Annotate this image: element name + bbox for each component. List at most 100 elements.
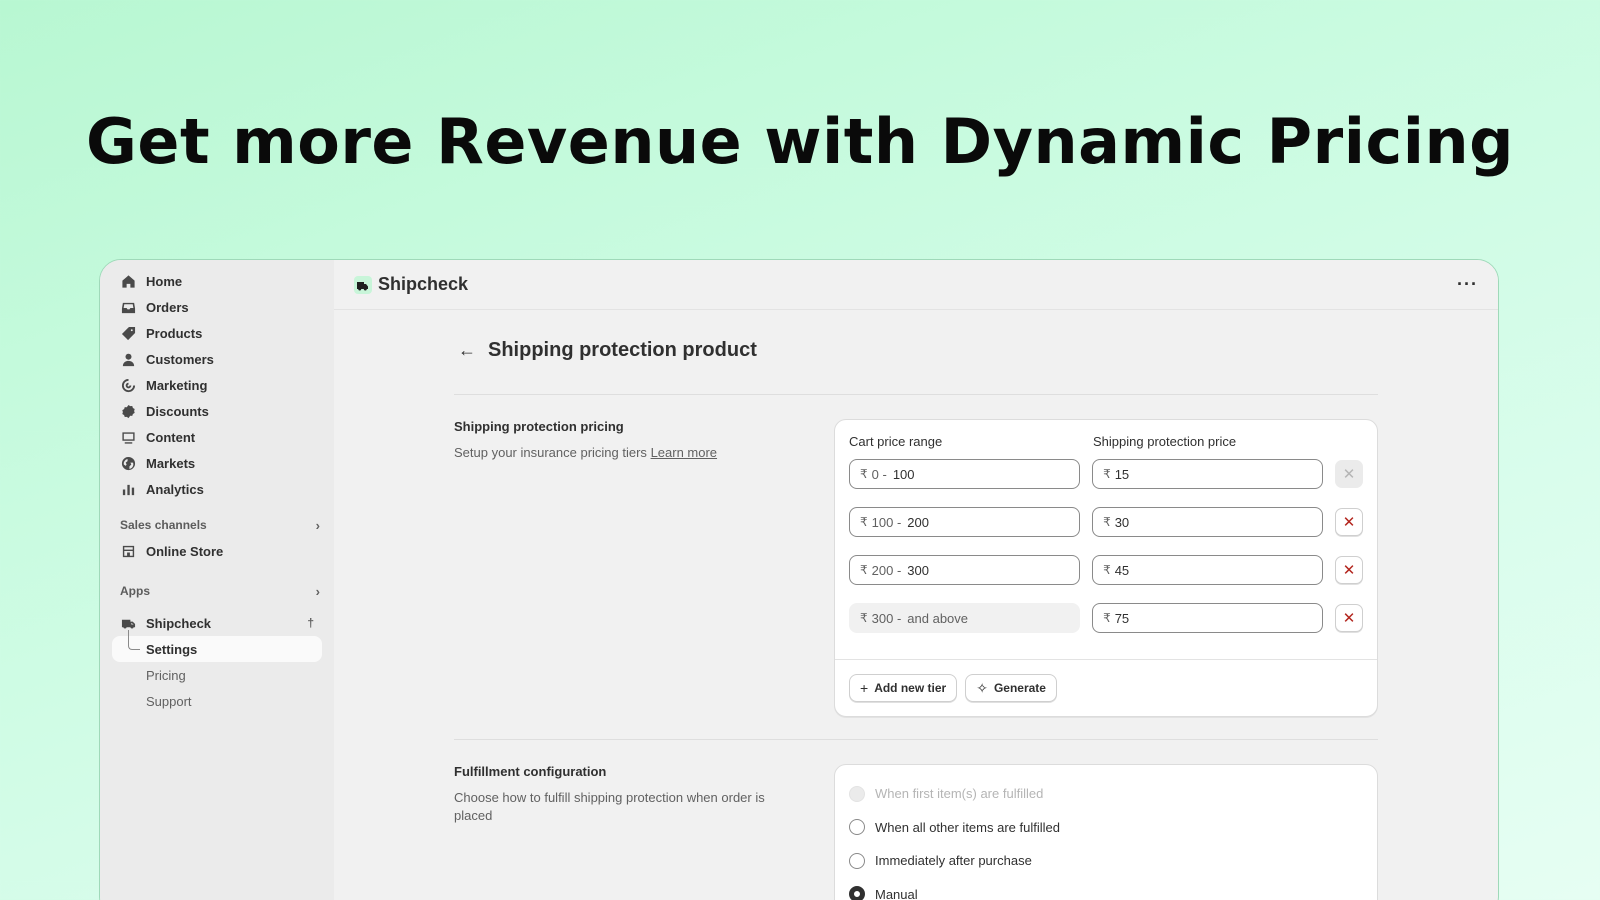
delete-tier-button[interactable]: ✕ xyxy=(1335,508,1364,536)
sidebar-item-label: Customers xyxy=(146,351,214,367)
cart-range-field[interactable]: ₹ 0 - 100 xyxy=(849,459,1081,489)
sidebar-item-label: Analytics xyxy=(146,481,204,497)
sidebar-item-orders[interactable]: Orders xyxy=(112,294,322,320)
pricing-card-footer: + Add new tier ✧ Generate xyxy=(835,659,1377,716)
sidebar-subitem-support[interactable]: Support xyxy=(112,688,322,714)
cart-range-field[interactable]: ₹ 100 - 200 xyxy=(849,507,1081,537)
range-low: 300 - xyxy=(871,610,902,626)
content-icon xyxy=(120,429,136,445)
radio-button-selected[interactable] xyxy=(849,886,865,900)
cart-range-field[interactable]: ₹ 200 - 300 xyxy=(849,555,1081,585)
page-header: ← Shipping protection product xyxy=(454,310,1378,376)
price-value: 15 xyxy=(1114,466,1130,482)
app-topbar: Shipcheck ··· xyxy=(334,260,1498,310)
delete-tier-button[interactable]: ✕ xyxy=(1335,604,1364,632)
sidebar-item-markets[interactable]: Markets xyxy=(112,450,322,476)
option-label: When first item(s) are fulfilled xyxy=(875,786,1044,802)
pricing-card: Cart price range Shipping protection pri… xyxy=(834,419,1378,717)
tree-branch-icon xyxy=(128,630,140,650)
radio-button[interactable] xyxy=(849,852,865,869)
sidebar-item-label: Orders xyxy=(146,299,189,315)
apps-label: Apps xyxy=(120,584,150,598)
close-icon: ✕ xyxy=(1342,610,1356,627)
sidebar-item-label: Discounts xyxy=(146,403,209,419)
chevron-right-icon[interactable]: › xyxy=(316,584,320,599)
protection-price-field[interactable]: ₹ 75 xyxy=(1092,603,1324,633)
sidebar-item-products[interactable]: Products xyxy=(112,320,322,346)
pricing-section-title: Shipping protection pricing xyxy=(454,419,624,434)
pricing-description: Setup your insurance pricing tiers xyxy=(454,445,647,460)
sidebar-item-content[interactable]: Content xyxy=(112,424,322,450)
range-high: 300 xyxy=(907,562,929,578)
sidebar-item-analytics[interactable]: Analytics xyxy=(112,476,322,502)
sidebar: Home Orders Products Customers Marketing… xyxy=(100,260,334,900)
main-area: Shipcheck ··· ← Shipping protection prod… xyxy=(334,260,1498,900)
range-high: 200 xyxy=(907,514,929,530)
sidebar-item-online-store[interactable]: Online Store xyxy=(112,538,322,564)
pricing-section: Shipping protection pricing Setup your i… xyxy=(454,395,1378,717)
price-value: 75 xyxy=(1114,610,1130,626)
sidebar-subitem-label: Settings xyxy=(146,641,198,657)
sidebar-subitem-settings[interactable]: Settings xyxy=(112,630,322,662)
sidebar-item-home[interactable]: Home xyxy=(112,268,322,294)
pricing-section-text: Setup your insurance pricing tiers Learn… xyxy=(454,444,794,462)
chevron-right-icon[interactable]: › xyxy=(316,518,320,533)
sidebar-item-marketing[interactable]: Marketing xyxy=(112,372,322,398)
delete-tier-button[interactable]: ✕ xyxy=(1335,556,1364,584)
delete-tier-button[interactable]: ✕ xyxy=(1335,460,1364,488)
pricing-column-headers: Cart price range Shipping protection pri… xyxy=(849,434,1363,449)
sidebar-subitem-pricing[interactable]: Pricing xyxy=(112,662,322,688)
fulfillment-description: Choose how to fulfill shipping protectio… xyxy=(454,790,765,823)
hero-title: Get more Revenue with Dynamic Pricing xyxy=(86,105,1514,178)
option-label: Manual xyxy=(875,886,918,900)
fulfillment-section-title: Fulfillment configuration xyxy=(454,764,607,779)
fulfillment-option[interactable]: Manual xyxy=(849,878,1363,900)
sidebar-item-label: Products xyxy=(146,325,203,341)
currency-symbol: ₹ xyxy=(1103,467,1111,481)
add-tier-button[interactable]: + Add new tier xyxy=(849,674,958,702)
apps-heading[interactable]: Apps › xyxy=(120,578,320,604)
option-label: Immediately after purchase xyxy=(875,853,1032,869)
currency-symbol: ₹ xyxy=(860,563,868,577)
tier-row: ₹ 0 - 100 ₹ 15 ✕ xyxy=(849,459,1364,489)
app-name: Shipcheck xyxy=(378,274,469,294)
protection-price-field[interactable]: ₹ 30 xyxy=(1092,507,1324,537)
tier-row: ₹ 300 - and above ₹ 75 ✕ xyxy=(849,603,1364,633)
range-high: 100 xyxy=(892,466,915,482)
generate-label: Generate xyxy=(993,681,1046,695)
sparkle-icon: ✧ xyxy=(976,679,988,696)
add-tier-label: Add new tier xyxy=(874,681,947,695)
sidebar-item-discounts[interactable]: Discounts xyxy=(112,398,322,424)
currency-symbol: ₹ xyxy=(860,467,868,481)
tier-row: ₹ 100 - 200 ₹ 30 ✕ xyxy=(849,507,1364,537)
more-actions-icon[interactable]: ··· xyxy=(1457,274,1478,295)
pin-icon[interactable]: † xyxy=(307,616,314,630)
shipcheck-logo-icon xyxy=(354,275,372,294)
target-icon xyxy=(120,377,136,393)
sidebar-item-label: Marketing xyxy=(146,377,208,393)
tag-icon xyxy=(120,325,136,341)
back-arrow-icon[interactable]: ← xyxy=(458,340,476,361)
learn-more-link[interactable]: Learn more xyxy=(651,445,717,460)
sales-channels-heading[interactable]: Sales channels › xyxy=(120,512,320,538)
discount-icon xyxy=(120,403,136,419)
currency-symbol: ₹ xyxy=(1103,611,1111,625)
generate-button[interactable]: ✧ Generate xyxy=(965,674,1057,702)
column-header-range: Cart price range xyxy=(849,434,943,449)
sidebar-item-label: Online Store xyxy=(146,543,224,559)
sidebar-item-customers[interactable]: Customers xyxy=(112,346,322,372)
globe-icon xyxy=(120,455,136,471)
sales-channels-label: Sales channels xyxy=(120,518,207,532)
range-high: and above xyxy=(907,610,969,626)
fulfillment-option[interactable]: Immediately after purchase xyxy=(849,844,1363,878)
sidebar-item-shipcheck[interactable]: Shipcheck † xyxy=(112,610,322,636)
radio-button[interactable] xyxy=(849,819,865,836)
person-icon xyxy=(120,351,136,367)
cart-range-field: ₹ 300 - and above xyxy=(849,603,1081,633)
protection-price-field[interactable]: ₹ 45 xyxy=(1092,555,1324,585)
fulfillment-card: When first item(s) are fulfilled When al… xyxy=(834,764,1378,900)
currency-symbol: ₹ xyxy=(860,611,868,625)
protection-price-field[interactable]: ₹ 15 xyxy=(1092,459,1324,489)
truck-icon xyxy=(120,615,136,631)
fulfillment-option[interactable]: When all other items are fulfilled xyxy=(849,811,1363,845)
